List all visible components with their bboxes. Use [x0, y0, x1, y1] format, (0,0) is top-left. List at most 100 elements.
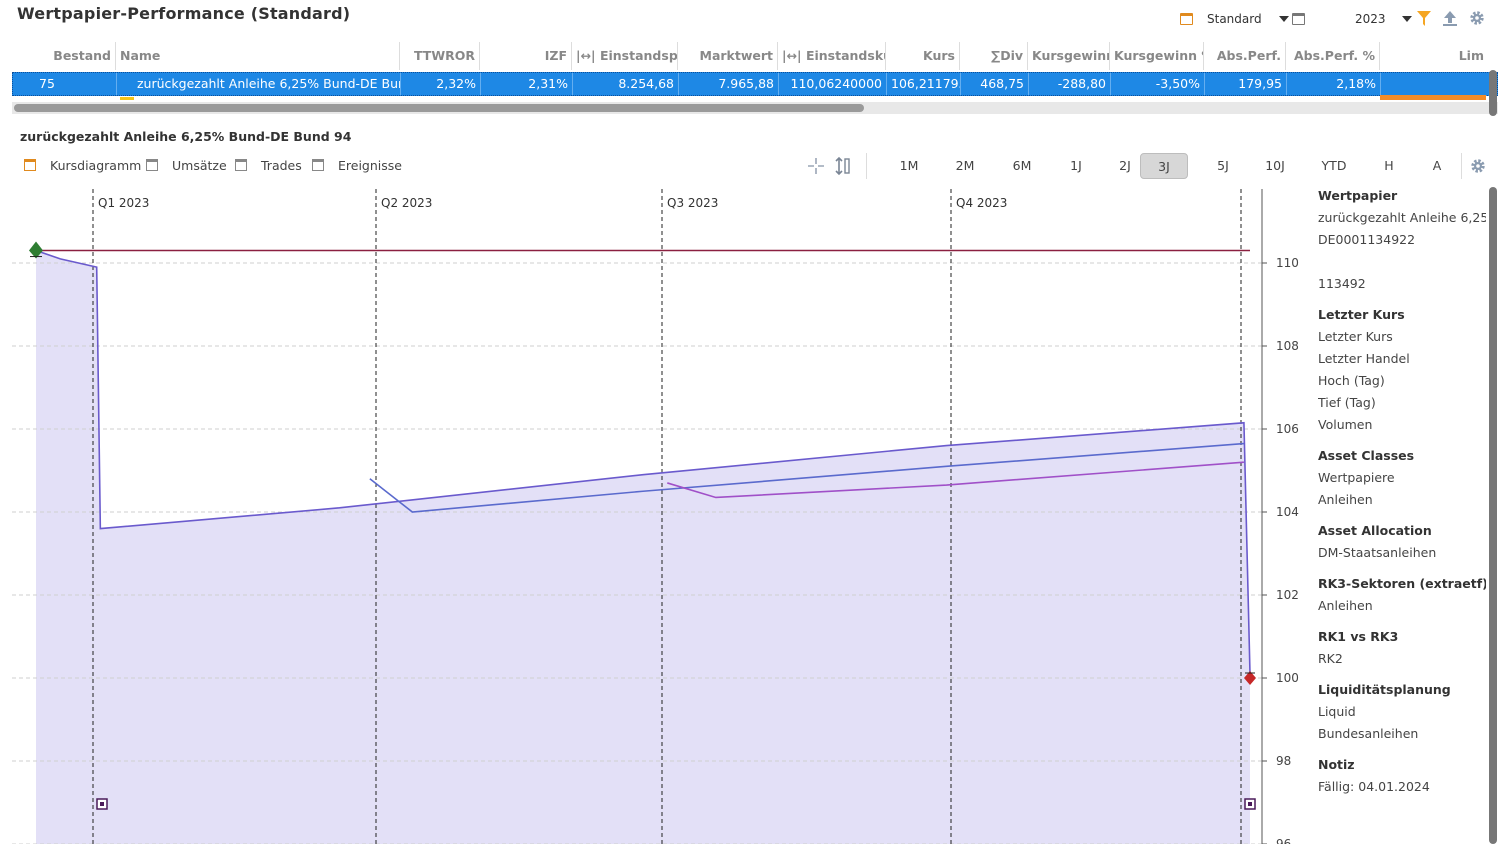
range-h[interactable]: H	[1368, 153, 1410, 179]
chart-settings-gear-icon[interactable]	[1470, 158, 1486, 174]
y-tick-label: 110	[1276, 256, 1299, 270]
cell-einstandskurs: 110,06240000	[779, 73, 887, 95]
table-header: Bestand Name TTWROR IZF |↔| Einstandspre…	[12, 42, 1498, 70]
column-header[interactable]: ∑Div	[960, 42, 1028, 70]
horizontal-scrollbar-thumb[interactable]	[14, 104, 864, 112]
price-chart[interactable]: Q1 2023 Q2 2023 Q3 2023 Q4 2023 96 98 100 102 10…	[12, 185, 1302, 844]
table-vertical-scrollbar[interactable]	[1489, 70, 1497, 116]
divider	[866, 153, 867, 179]
cell-ttwror: 2,32%	[401, 73, 481, 95]
column-header[interactable]: Name	[116, 42, 400, 70]
settings-gear-icon[interactable]	[1469, 10, 1485, 26]
side-panel-heading: Wertpapier	[1318, 188, 1398, 203]
cell-abs-perf: 179,95	[1205, 73, 1287, 95]
side-panel-scrollbar[interactable]	[1489, 187, 1497, 844]
side-panel-heading: RK1 vs RK3	[1318, 629, 1399, 644]
range-5j[interactable]: 5J	[1202, 153, 1244, 179]
side-panel-value: DE0001134922	[1318, 232, 1416, 247]
checkbox-icon[interactable]	[146, 159, 158, 171]
cell-izf: 2,31%	[481, 73, 573, 95]
side-panel-heading: Letzter Kurs	[1318, 307, 1405, 322]
toggle-label: Ereignisse	[338, 157, 402, 173]
side-panel-value: Fällig: 04.01.2024	[1318, 779, 1430, 794]
side-panel-value: Tief (Tag)	[1318, 395, 1376, 410]
chevron-down-icon[interactable]	[1401, 16, 1412, 22]
checkbox-icon[interactable]	[312, 159, 324, 171]
y-tick-label: 108	[1276, 339, 1299, 353]
column-header[interactable]: Kursgewinn (	[1028, 42, 1110, 70]
export-icon[interactable]	[1442, 10, 1458, 27]
range-ytd[interactable]: YTD	[1310, 153, 1358, 179]
range-3j[interactable]: 3J	[1140, 153, 1188, 179]
side-panel-heading: Notiz	[1318, 757, 1355, 772]
cell-dividende: 468,75	[961, 73, 1029, 95]
divider	[1461, 153, 1462, 179]
y-tick-label: 100	[1276, 671, 1299, 685]
side-panel-value: Anleihen	[1318, 492, 1373, 507]
side-panel-value: Letzter Kurs	[1318, 329, 1393, 344]
checkbox-icon[interactable]	[24, 159, 36, 171]
toggle-umsaetze[interactable]: Umsätze	[146, 154, 227, 176]
toggle-kursdiagramm[interactable]: Kursdiagramm	[24, 154, 141, 176]
side-panel-value: Hoch (Tag)	[1318, 373, 1385, 388]
view-label: Standard	[1207, 12, 1262, 26]
cell-kurs: 106,211795.	[887, 73, 961, 95]
checkbox-icon[interactable]	[235, 159, 247, 171]
toggle-trades[interactable]: Trades	[235, 154, 302, 176]
note-indicator	[120, 97, 134, 100]
limit-indicator	[1380, 95, 1486, 100]
event-marker-dot	[1248, 802, 1252, 806]
column-header[interactable]: |↔| Einstandsprei	[572, 42, 678, 70]
y-tick-label: 98	[1276, 754, 1291, 768]
period-selector[interactable]: 2023	[1292, 8, 1412, 30]
column-header[interactable]: Lim	[1380, 42, 1488, 70]
page-title: Wertpapier-Performance (Standard)	[17, 4, 351, 23]
quarter-label: Q2 2023	[381, 196, 432, 210]
view-selector[interactable]: Standard	[1180, 8, 1289, 30]
quarter-label: Q1 2023	[98, 196, 149, 210]
crosshair-icon[interactable]	[807, 157, 825, 175]
cell-kursgewinn: -288,80	[1029, 73, 1111, 95]
table-row[interactable]: 75 zurückgezahlt Anleihe 6,25% Bund-DE B…	[12, 72, 1498, 96]
column-header[interactable]: IZF	[480, 42, 572, 70]
cell-abs-perf-pct: 2,18%	[1287, 73, 1381, 95]
side-panel-value: Anleihen	[1318, 598, 1373, 613]
event-marker-dot	[100, 802, 104, 806]
cell-kursgewinn-pct: -3,50%	[1111, 73, 1205, 95]
side-panel-value: Letzter Handel	[1318, 351, 1410, 366]
side-panel-value: DM-Staatsanleihen	[1318, 545, 1437, 560]
cell-name: zurückgezahlt Anleihe 6,25% Bund-DE Bund…	[117, 73, 401, 95]
range-10j[interactable]: 10J	[1254, 153, 1296, 179]
calendar-icon	[1292, 13, 1305, 25]
range-1j[interactable]: 1J	[1055, 153, 1097, 179]
side-panel-heading: Liquiditätsplanung	[1318, 682, 1451, 697]
range-2m[interactable]: 2M	[944, 153, 986, 179]
column-header[interactable]: TTWROR	[400, 42, 480, 70]
column-header[interactable]: Kursgewinn %	[1110, 42, 1204, 70]
toggle-label: Trades	[261, 157, 302, 173]
area-fill	[36, 250, 1250, 844]
side-panel-value: zurückgezahlt Anleihe 6,25% B	[1318, 210, 1486, 225]
toggle-ereignisse[interactable]: Ereignisse	[312, 154, 402, 176]
filter-icon[interactable]	[1416, 10, 1432, 27]
column-header[interactable]: Bestand	[12, 42, 116, 70]
column-header[interactable]: Abs.Perf.	[1204, 42, 1286, 70]
column-header[interactable]: |↔| Einstandskurs	[778, 42, 886, 70]
column-header[interactable]: Kurs	[886, 42, 960, 70]
side-panel-heading: Asset Allocation	[1318, 523, 1432, 538]
y-tick-label: 104	[1276, 505, 1299, 519]
range-6m[interactable]: 6M	[1001, 153, 1043, 179]
side-panel-value: Wertpapiere	[1318, 470, 1395, 485]
cell-marktwert: 7.965,88	[679, 73, 779, 95]
range-a[interactable]: A	[1416, 153, 1458, 179]
column-header[interactable]: Abs.Perf. %	[1286, 42, 1380, 70]
column-header[interactable]: Marktwert	[678, 42, 778, 70]
y-tick-label: 96	[1276, 837, 1291, 844]
cell-bestand: 75	[13, 73, 117, 95]
range-1m[interactable]: 1M	[888, 153, 930, 179]
chevron-down-icon[interactable]	[1278, 16, 1289, 22]
year-label: 2023	[1355, 12, 1386, 26]
side-panel-value: 113492	[1318, 276, 1366, 291]
quarter-label: Q3 2023	[667, 196, 718, 210]
scale-icon[interactable]	[834, 156, 852, 176]
